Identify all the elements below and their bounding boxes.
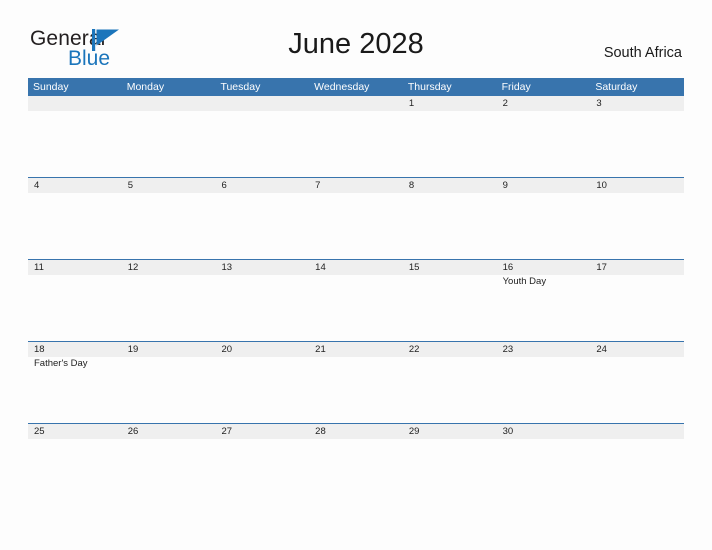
day-cell[interactable]	[28, 275, 122, 341]
day-number[interactable]: 14	[309, 260, 403, 275]
day-number[interactable]: 4	[28, 178, 122, 193]
weekday-header-thursday: Thursday	[407, 81, 452, 93]
week-date-strip: 1 2 3	[28, 96, 684, 111]
weekday-header-row: Sunday Monday Tuesday Wednesday Thursday…	[28, 78, 684, 96]
day-cell[interactable]	[28, 193, 122, 259]
day-cell[interactable]	[122, 275, 216, 341]
week-row: 1 2 3	[28, 96, 684, 177]
day-number[interactable]	[28, 96, 122, 111]
week-event-strip: Father's Day	[28, 357, 684, 423]
day-number[interactable]: 15	[403, 260, 497, 275]
day-cell[interactable]	[215, 357, 309, 423]
week-row: 4 5 6 7 8 9 10	[28, 177, 684, 259]
weekday-header-tuesday: Tuesday	[220, 81, 261, 93]
day-cell[interactable]	[590, 357, 684, 423]
day-cell[interactable]	[122, 111, 216, 177]
day-number[interactable]: 1	[403, 96, 497, 111]
day-cell[interactable]	[215, 111, 309, 177]
day-number[interactable]: 11	[28, 260, 122, 275]
day-number[interactable]	[590, 424, 684, 439]
week-date-strip: 11 12 13 14 15 16 17	[28, 260, 684, 275]
day-number[interactable]: 16	[497, 260, 591, 275]
day-cell[interactable]	[403, 193, 497, 259]
day-number[interactable]: 5	[122, 178, 216, 193]
weekday-header-monday: Monday	[126, 81, 165, 93]
day-cell[interactable]	[497, 193, 591, 259]
day-cell[interactable]	[28, 111, 122, 177]
day-number[interactable]: 24	[590, 342, 684, 357]
day-number[interactable]: 26	[122, 424, 216, 439]
day-cell[interactable]	[590, 111, 684, 177]
day-number[interactable]: 2	[497, 96, 591, 111]
day-number[interactable]: 12	[122, 260, 216, 275]
day-cell[interactable]	[403, 275, 497, 341]
day-cell[interactable]	[590, 193, 684, 259]
day-number[interactable]: 3	[590, 96, 684, 111]
day-cell[interactable]	[122, 193, 216, 259]
day-number[interactable]: 13	[215, 260, 309, 275]
day-cell[interactable]	[309, 357, 403, 423]
day-cell[interactable]	[215, 439, 309, 505]
day-cell[interactable]	[497, 439, 591, 505]
day-number[interactable]	[309, 96, 403, 111]
day-number[interactable]: 7	[309, 178, 403, 193]
week-event-strip	[28, 439, 684, 505]
day-number[interactable]: 30	[497, 424, 591, 439]
day-cell[interactable]	[309, 439, 403, 505]
week-row: 18 19 20 21 22 23 24 Father's Day	[28, 341, 684, 423]
day-number[interactable]: 22	[403, 342, 497, 357]
day-number[interactable]: 27	[215, 424, 309, 439]
day-number[interactable]: 20	[215, 342, 309, 357]
day-cell[interactable]	[309, 111, 403, 177]
day-cell[interactable]	[497, 357, 591, 423]
day-cell[interactable]	[403, 111, 497, 177]
calendar-page: General Blue June 2028 South Africa Sund…	[0, 0, 712, 550]
day-number[interactable]: 17	[590, 260, 684, 275]
day-cell[interactable]: Youth Day	[497, 275, 591, 341]
week-row: 25 26 27 28 29 30	[28, 423, 684, 505]
day-cell[interactable]	[497, 111, 591, 177]
day-cell[interactable]	[403, 439, 497, 505]
day-event-label: Youth Day	[502, 276, 547, 287]
day-number[interactable]: 29	[403, 424, 497, 439]
day-number[interactable]: 8	[403, 178, 497, 193]
weekday-header-friday: Friday	[501, 81, 531, 93]
day-number[interactable]: 10	[590, 178, 684, 193]
day-number[interactable]: 9	[497, 178, 591, 193]
day-cell[interactable]	[122, 439, 216, 505]
day-event-label: Father's Day	[34, 358, 88, 369]
week-date-strip: 25 26 27 28 29 30	[28, 424, 684, 439]
day-number[interactable]	[122, 96, 216, 111]
day-cell[interactable]	[122, 357, 216, 423]
weekday-header-wednesday: Wednesday	[314, 81, 370, 93]
week-row: 11 12 13 14 15 16 17 Youth Day	[28, 259, 684, 341]
week-date-strip: 4 5 6 7 8 9 10	[28, 178, 684, 193]
week-date-strip: 18 19 20 21 22 23 24	[28, 342, 684, 357]
week-event-strip: Youth Day	[28, 275, 684, 341]
day-number[interactable]: 19	[122, 342, 216, 357]
day-cell[interactable]: Father's Day	[28, 357, 122, 423]
day-number[interactable]: 25	[28, 424, 122, 439]
day-number[interactable]: 28	[309, 424, 403, 439]
day-number[interactable]: 23	[497, 342, 591, 357]
week-event-strip	[28, 111, 684, 177]
day-cell[interactable]	[28, 439, 122, 505]
day-number[interactable]	[215, 96, 309, 111]
region-label: South Africa	[603, 45, 682, 61]
day-cell[interactable]	[309, 193, 403, 259]
week-event-strip	[28, 193, 684, 259]
weekday-header-sunday: Sunday	[33, 81, 69, 93]
day-cell[interactable]	[403, 357, 497, 423]
day-number[interactable]: 21	[309, 342, 403, 357]
day-number[interactable]: 6	[215, 178, 309, 193]
day-cell[interactable]	[215, 275, 309, 341]
day-cell[interactable]	[590, 275, 684, 341]
calendar-grid: Sunday Monday Tuesday Wednesday Thursday…	[28, 78, 684, 505]
day-cell[interactable]	[215, 193, 309, 259]
day-cell[interactable]	[590, 439, 684, 505]
day-number[interactable]: 18	[28, 342, 122, 357]
day-cell[interactable]	[309, 275, 403, 341]
page-header: General Blue June 2028 South Africa	[0, 0, 712, 69]
weekday-header-saturday: Saturday	[595, 81, 638, 93]
